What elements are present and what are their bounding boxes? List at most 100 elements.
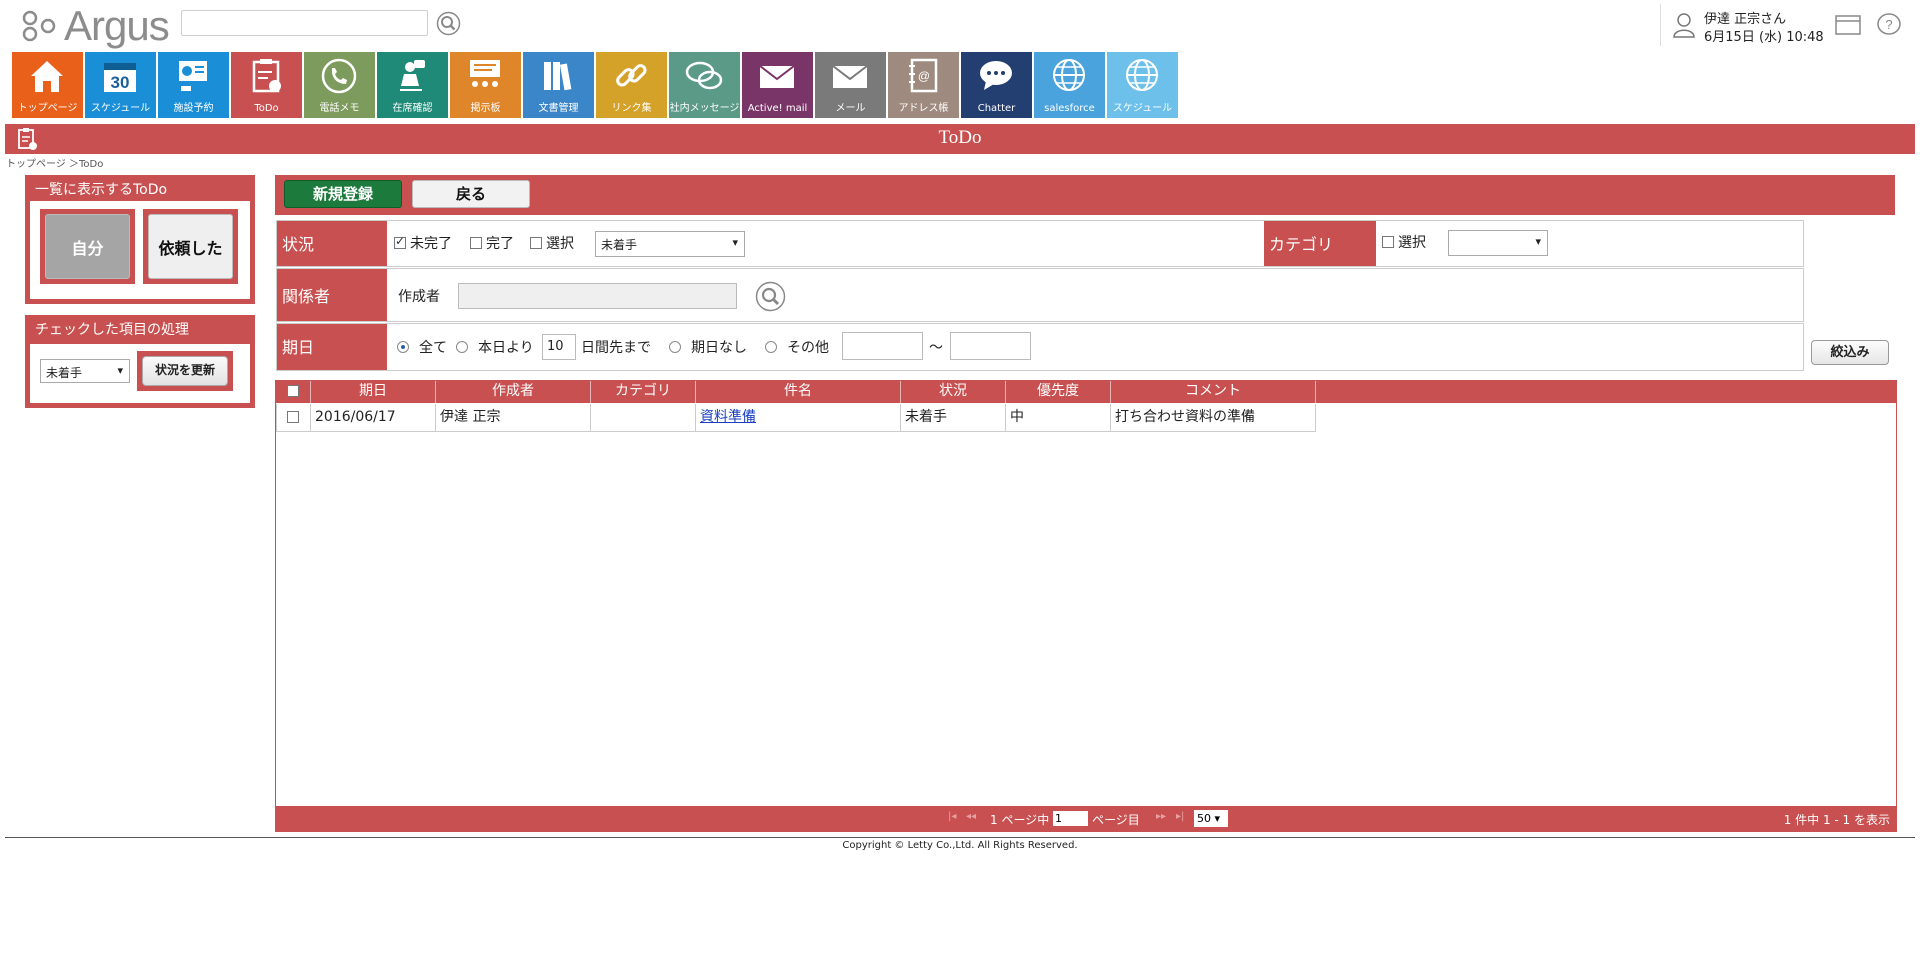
- requested-button[interactable]: 依頼した: [143, 209, 238, 284]
- app-tiles: トップページ 30 スケジュール 施設予約 ToDo 電話メモ 在席確認 掲示板…: [12, 52, 1178, 118]
- page-number-input[interactable]: 1: [1053, 811, 1088, 826]
- col-header-status[interactable]: 状況: [901, 381, 1006, 403]
- breadcrumb[interactable]: トップページ ＞ToDo: [6, 155, 103, 170]
- tile-documents[interactable]: 文書管理: [523, 52, 594, 118]
- tile-phone-memo[interactable]: 電話メモ: [304, 52, 375, 118]
- incomplete-checkbox[interactable]: [394, 234, 406, 249]
- link-icon: [616, 64, 647, 87]
- category-select-label: 選択: [1398, 235, 1426, 251]
- tile-presence[interactable]: 在席確認: [377, 52, 448, 118]
- subject-link[interactable]: 資料準備: [700, 409, 756, 425]
- other-date-radio[interactable]: [765, 341, 777, 353]
- date-from-today-radio[interactable]: [456, 341, 468, 353]
- new-register-button[interactable]: 新規登録: [284, 180, 402, 208]
- incomplete-label: 未完了: [410, 236, 452, 252]
- tile-external-schedule[interactable]: スケジュール: [1107, 52, 1178, 118]
- globe-icon: [1053, 59, 1085, 91]
- tile-top-page[interactable]: トップページ: [12, 52, 83, 118]
- phone-icon: [321, 58, 357, 94]
- complete-checkbox[interactable]: [470, 237, 482, 249]
- select-status-checkbox[interactable]: [530, 237, 542, 249]
- tile-address-book[interactable]: @ アドレス帳: [888, 52, 959, 118]
- date-all-radio[interactable]: [397, 341, 409, 353]
- no-date-label: 期日なし: [691, 340, 747, 356]
- back-button[interactable]: 戻る: [412, 180, 530, 208]
- tile-todo[interactable]: ToDo: [231, 52, 302, 118]
- argus-logo[interactable]: Argus: [22, 2, 172, 49]
- document-icon: [544, 62, 572, 91]
- update-status-button[interactable]: 状況を更新: [142, 356, 228, 386]
- search-icon[interactable]: [755, 281, 786, 312]
- tile-active-mail[interactable]: Active! mail: [742, 52, 813, 118]
- select-all-checkbox[interactable]: [287, 385, 299, 397]
- mail-icon: [759, 65, 795, 88]
- page-title: ToDo: [938, 127, 982, 148]
- message-icon: [685, 61, 723, 90]
- col-header-date[interactable]: 期日: [311, 381, 436, 403]
- facility-icon: [179, 61, 207, 91]
- search-input[interactable]: [181, 10, 428, 36]
- prev-page-icon[interactable]: ◂◂: [966, 811, 976, 822]
- col-header-creator[interactable]: 作成者: [436, 381, 591, 403]
- person-filter-label: 関係者: [277, 269, 387, 321]
- help-icon[interactable]: ?: [1876, 13, 1902, 37]
- col-header-priority[interactable]: 優先度: [1006, 381, 1111, 403]
- checked-items-panel: チェックした項目の処理 未着手 状況を更新: [25, 315, 255, 408]
- col-header-category[interactable]: カテゴリ: [591, 381, 696, 403]
- status-select[interactable]: 未着手: [595, 231, 745, 257]
- tile-mail[interactable]: メール: [815, 52, 886, 118]
- date-filter-label: 期日: [277, 324, 387, 370]
- window-icon[interactable]: [1835, 15, 1861, 35]
- tile-facility[interactable]: 施設予約: [158, 52, 229, 118]
- user-icon[interactable]: [1672, 12, 1696, 38]
- row-checkbox[interactable]: [287, 411, 299, 423]
- tile-links[interactable]: リンク集: [596, 52, 667, 118]
- date-from-input[interactable]: [842, 332, 923, 360]
- cell-date: 2016/06/17: [311, 404, 436, 432]
- status-filter-label: 状況: [277, 221, 387, 266]
- checked-items-title: チェックした項目の処理: [35, 322, 189, 338]
- cell-creator: 伊達 正宗: [436, 404, 591, 432]
- per-page-select[interactable]: 50 ▾: [1194, 810, 1228, 827]
- tile-salesforce[interactable]: salesforce: [1034, 52, 1105, 118]
- footer-divider: [5, 837, 1915, 838]
- category-select-checkbox[interactable]: [1382, 236, 1394, 248]
- tile-internal-message[interactable]: 社内メッセージ: [669, 52, 740, 118]
- cell-status: 未着手: [901, 404, 1006, 432]
- page-prefix: 1 ページ中: [990, 813, 1050, 827]
- search-icon[interactable]: [436, 11, 461, 36]
- next-page-icon[interactable]: ▸▸: [1156, 811, 1166, 822]
- user-name: 伊達 正宗さん: [1704, 12, 1787, 27]
- self-button[interactable]: 自分: [40, 209, 135, 284]
- bulk-status-select[interactable]: 未着手: [40, 359, 130, 383]
- col-header-subject[interactable]: 件名: [696, 381, 901, 403]
- date-all-label: 全て: [419, 340, 447, 356]
- last-page-icon[interactable]: ▸|: [1176, 811, 1184, 822]
- user-area: [1660, 4, 1671, 46]
- current-datetime: 6月15日 (水) 10:48: [1704, 30, 1824, 45]
- tile-schedule[interactable]: 30 スケジュール: [85, 52, 156, 118]
- no-date-radio[interactable]: [669, 341, 681, 353]
- creator-label: 作成者: [398, 289, 440, 305]
- cell-category: [591, 404, 696, 432]
- display-todo-title: 一覧に表示するToDo: [35, 182, 168, 198]
- logo-text: Argus: [64, 2, 170, 49]
- category-filter-label: カテゴリ: [1264, 221, 1376, 266]
- days-input[interactable]: 10: [542, 334, 576, 360]
- svg-text:?: ?: [1885, 17, 1892, 32]
- from-today-label: 本日より: [478, 340, 534, 356]
- creator-input[interactable]: [458, 283, 737, 309]
- board-icon: [470, 60, 500, 87]
- pager-summary: 1 件中 1 - 1 を表示: [1783, 813, 1890, 827]
- tile-chatter[interactable]: Chatter: [961, 52, 1032, 118]
- filter-button[interactable]: 絞込み: [1811, 340, 1889, 365]
- first-page-icon[interactable]: |◂: [948, 811, 956, 822]
- category-select[interactable]: [1448, 230, 1548, 256]
- page-suffix: ページ目: [1092, 813, 1140, 827]
- col-header-comment[interactable]: コメント: [1111, 381, 1316, 403]
- copyright: Copyright © Letty Co.,Ltd. All Rights Re…: [842, 840, 1078, 851]
- tile-board[interactable]: 掲示板: [450, 52, 521, 118]
- globe-icon: [1126, 59, 1158, 91]
- date-to-input[interactable]: [950, 332, 1031, 360]
- date-range-separator: ～: [929, 340, 943, 356]
